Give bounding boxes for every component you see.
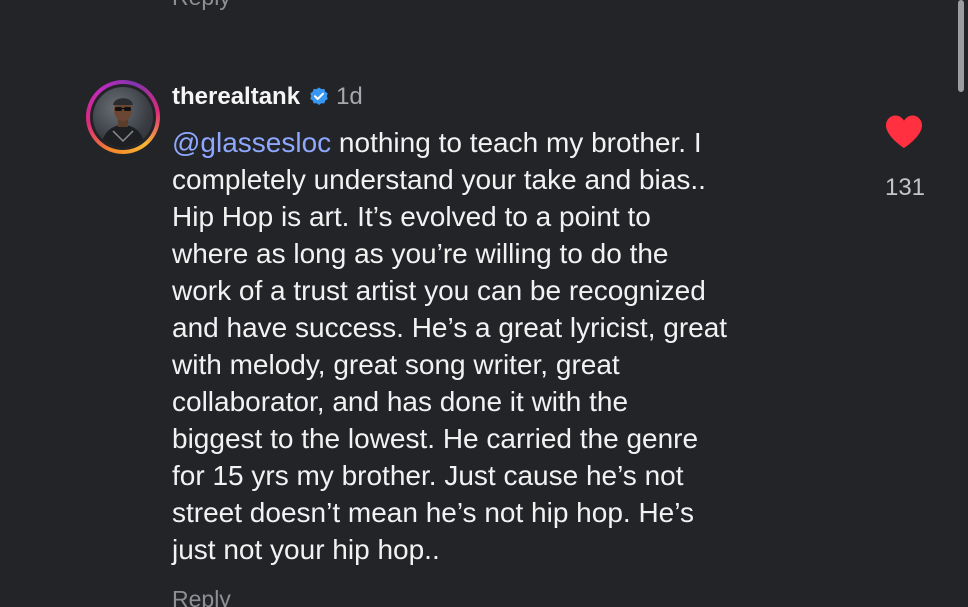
comment-line: completely understand your take and bias… [172,164,706,195]
previous-reply-link[interactable]: Reply [172,0,231,11]
comment-timestamp: 1d [336,83,363,110]
mention-link[interactable]: @glassesloc [172,127,331,158]
scrollbar[interactable] [958,0,964,92]
comment-line: where as long as you’re willing to do th… [172,238,669,269]
avatar-photo-icon [101,98,145,147]
comment-line: Hip Hop is art. It’s evolved to a point … [172,201,651,232]
like-button[interactable] [884,114,924,150]
comment-line: with melody, great song writer, great [172,349,620,380]
verified-badge-icon [308,86,330,108]
comment-line: work of a trust artist you can be recogn… [172,275,706,306]
comment-text: @glassesloc nothing to teach my brother.… [172,124,852,568]
comment-header: therealtank 1d [172,80,363,114]
comment-line: for 15 yrs my brother. Just cause he’s n… [172,460,684,491]
like-count[interactable]: 131 [870,174,940,202]
reply-link[interactable]: Reply [172,586,231,607]
avatar[interactable] [93,87,153,147]
comment-line: street doesn’t mean he’s not hip hop. He… [172,497,694,528]
comment-line: just not your hip hop.. [172,534,440,565]
avatar-story-ring[interactable] [86,80,160,154]
comment-line: collaborator, and has done it with the [172,386,629,417]
heart-icon [886,115,922,148]
comment-line: nothing to teach my brother. I [331,127,702,158]
comment-line: biggest to the lowest. He carried the ge… [172,423,699,454]
comment-line: and have success. He’s a great lyricist,… [172,312,728,343]
username[interactable]: therealtank [172,83,300,111]
